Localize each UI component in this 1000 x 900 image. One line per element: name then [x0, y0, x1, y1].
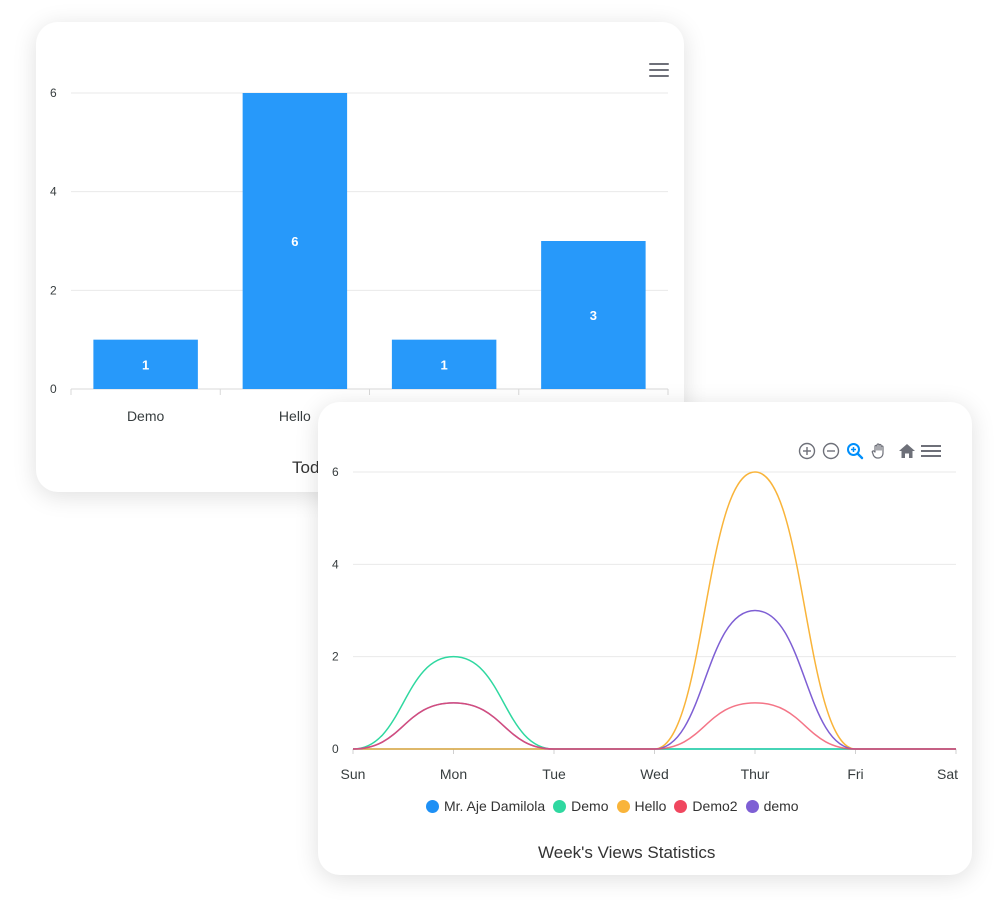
- legend-marker: [674, 799, 688, 813]
- legend-label: Demo2: [692, 798, 738, 814]
- menu-icon[interactable]: [920, 440, 942, 462]
- y-tick-label: 0: [50, 382, 57, 396]
- bar-data-label: 1: [441, 357, 448, 372]
- legend-label: Mr. Aje Damilola: [444, 798, 546, 814]
- y-tick-label: 2: [50, 283, 57, 297]
- legend-item[interactable]: Demo2: [674, 798, 738, 814]
- y-tick-label: 4: [332, 557, 339, 571]
- y-tick-label: 0: [332, 742, 339, 756]
- legend-item[interactable]: Demo: [553, 798, 609, 814]
- legend-item[interactable]: demo: [745, 798, 799, 814]
- x-tick-label: Mon: [440, 766, 467, 782]
- x-tick-label: Sat: [937, 766, 958, 782]
- bar-data-label: 6: [291, 234, 298, 249]
- legend-marker: [745, 799, 759, 813]
- zoom-in-icon[interactable]: [796, 440, 818, 462]
- bar-data-label: 3: [590, 308, 597, 323]
- legend-marker: [616, 799, 630, 813]
- x-tick-label: Fri: [847, 766, 863, 782]
- legend-label: Hello: [634, 798, 667, 814]
- x-tick-label: Demo: [127, 408, 165, 424]
- legend-label: Demo: [571, 798, 609, 814]
- line-chart-title: Week's Views Statistics: [538, 843, 716, 862]
- y-tick-label: 2: [332, 650, 339, 664]
- pan-hand-icon[interactable]: [868, 440, 890, 462]
- legend-marker: [426, 799, 439, 813]
- bar-data-label: 1: [142, 357, 149, 372]
- home-reset-icon[interactable]: [896, 440, 918, 462]
- x-tick-label: Wed: [640, 766, 669, 782]
- bar-chart-title: Tod: [292, 458, 320, 477]
- series-line: [352, 702, 956, 750]
- line-chart-card: 0 2 4 6 Sun Mon Tue Wed Thur Fri Sat Mr. Aje Damil…: [318, 402, 972, 875]
- selection-zoom-icon[interactable]: [844, 440, 866, 462]
- legend-label: demo: [763, 798, 799, 814]
- legend-item[interactable]: Mr. Aje Damilola: [426, 798, 545, 814]
- x-tick-label: Hello: [279, 408, 311, 424]
- zoom-out-icon[interactable]: [820, 440, 842, 462]
- x-tick-label: Tue: [542, 766, 566, 782]
- legend-item[interactable]: Hello: [616, 798, 667, 814]
- chart-legend: Mr. Aje Damilola Demo Hello Demo2 demo: [426, 798, 807, 814]
- x-tick-label: Thur: [741, 766, 770, 782]
- y-tick-label: 6: [332, 465, 339, 479]
- y-tick-label: 6: [50, 86, 57, 100]
- chart-toolbar: [796, 439, 944, 463]
- x-tick-label: Sun: [341, 766, 366, 782]
- menu-icon[interactable]: [649, 63, 669, 77]
- y-tick-label: 4: [50, 185, 57, 199]
- series-line: [352, 609, 956, 750]
- series-line: [352, 471, 956, 750]
- legend-marker: [553, 799, 567, 813]
